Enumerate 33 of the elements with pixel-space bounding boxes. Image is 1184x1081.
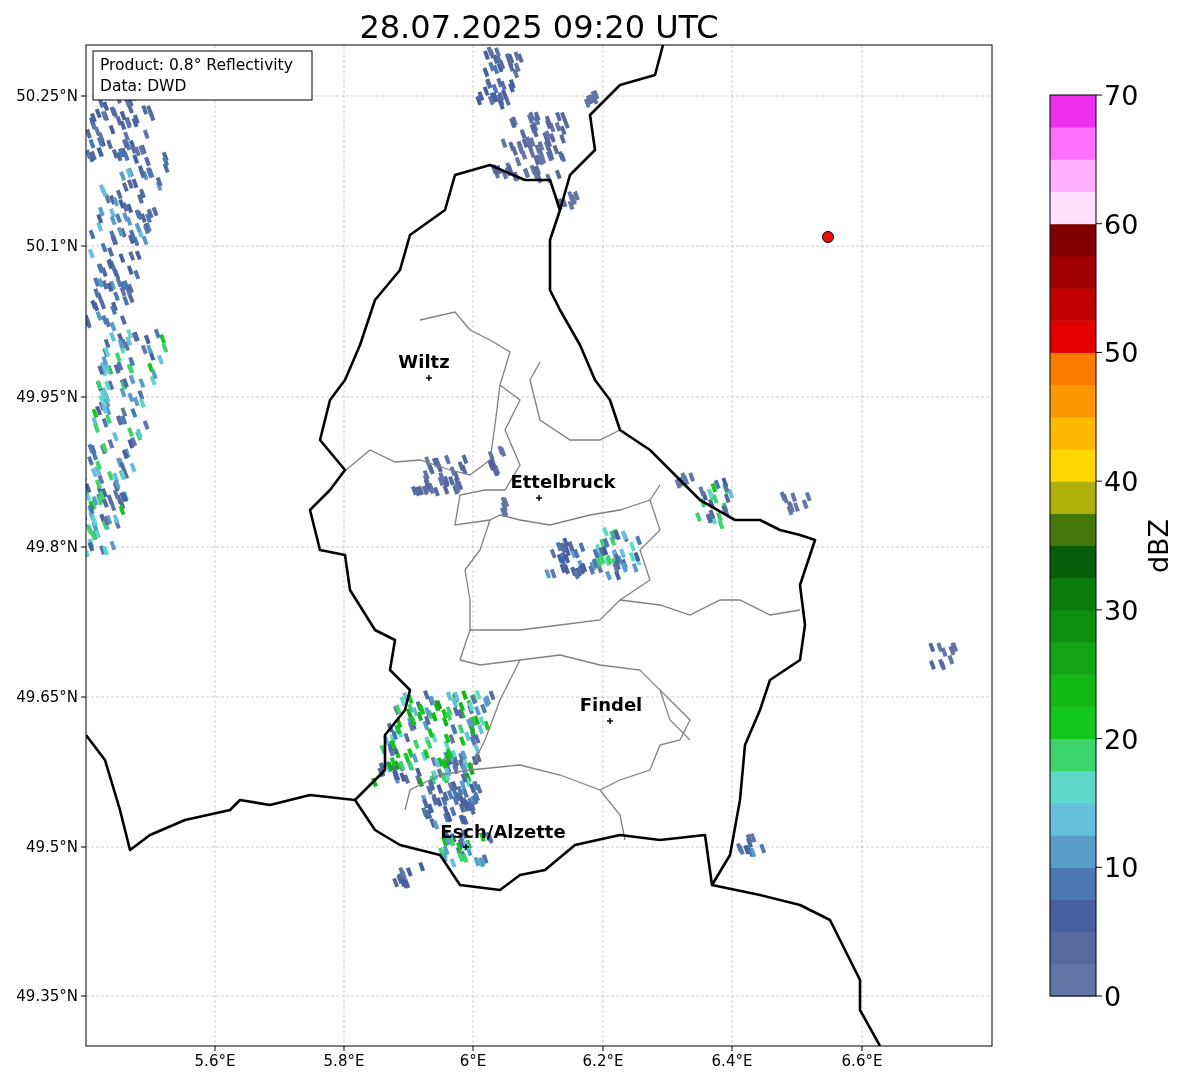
y-tick-label: 50.1°N	[25, 237, 78, 255]
y-tick-label: 49.8°N	[25, 538, 78, 556]
y-tick-label: 49.35°N	[16, 987, 78, 1005]
y-tick-label: 49.65°N	[16, 688, 78, 706]
y-tick-label: 50.25°N	[16, 87, 78, 105]
city-label: Esch/Alzette	[440, 821, 566, 842]
colorbar-label: dBZ	[1143, 518, 1174, 574]
info-text: Product: 0.8° Reflectivity	[100, 56, 293, 74]
info-text: Data: DWD	[100, 77, 187, 95]
x-tick-label: 5.8°E	[323, 1052, 365, 1070]
city-label: Findel	[579, 694, 643, 715]
city-label: Wiltz	[398, 351, 450, 372]
x-tick-label: 6.6°E	[841, 1052, 883, 1070]
city-marker-icon	[606, 717, 614, 725]
city-marker-icon	[462, 843, 470, 851]
y-tick-label: 49.5°N	[25, 838, 78, 856]
colorbar-tick-label: 50	[1104, 337, 1139, 369]
colorbar-tick-label: 70	[1104, 80, 1139, 111]
colorbar-tick-label: 0	[1104, 981, 1122, 1012]
colorbar-tick-label: 20	[1104, 723, 1139, 755]
city-marker-icon	[535, 494, 543, 502]
city-marker-icon	[425, 374, 433, 382]
colorbar-tick-label: 30	[1104, 594, 1139, 626]
chart-title: 28.07.2025 09:20 UTC	[359, 8, 719, 46]
city-label: Ettelbruck	[510, 471, 616, 492]
colorbar-tick-label: 40	[1104, 466, 1139, 498]
x-tick-label: 6.4°E	[711, 1052, 753, 1070]
x-tick-label: 6.2°E	[582, 1052, 624, 1070]
colorbar-tick-label: 60	[1104, 208, 1139, 240]
x-tick-label: 6°E	[459, 1052, 487, 1070]
y-tick-label: 49.95°N	[16, 388, 78, 406]
colorbar-tick-label: 10	[1104, 852, 1139, 884]
x-tick-label: 5.6°E	[194, 1052, 236, 1070]
